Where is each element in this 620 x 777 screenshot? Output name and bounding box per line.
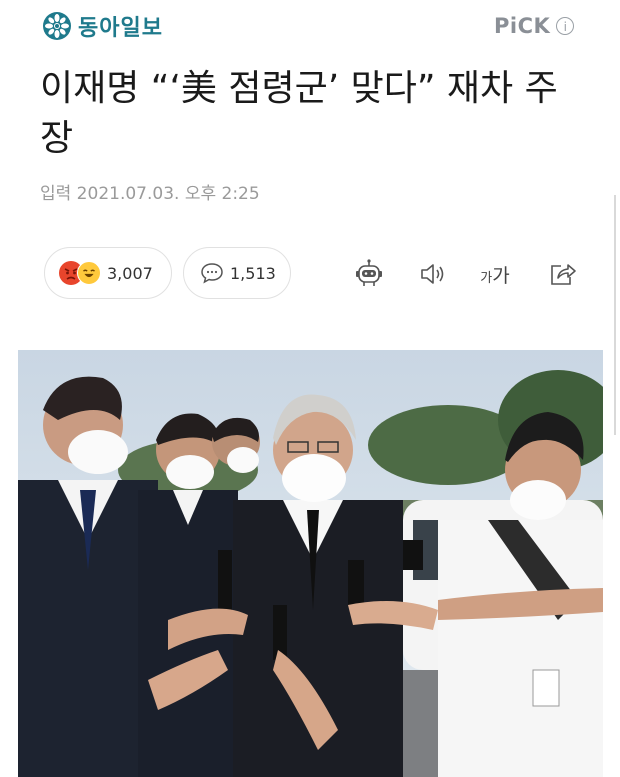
- scrollbar-track: [614, 195, 616, 435]
- font-size-large-label: 가: [492, 264, 510, 287]
- summary-bot-button[interactable]: [352, 257, 386, 291]
- share-icon: [551, 264, 576, 285]
- donga-emblem-icon: [43, 12, 71, 40]
- donga-logo[interactable]: 동아일보: [42, 10, 163, 42]
- comment-button[interactable]: 1,513: [183, 247, 291, 299]
- font-size-small-label: 가: [480, 270, 493, 286]
- font-size-button[interactable]: 가가: [478, 257, 512, 291]
- robot-summary-icon: [356, 259, 382, 286]
- font-size-icon: 가가: [480, 261, 509, 288]
- info-icon[interactable]: i: [556, 17, 575, 35]
- listen-button[interactable]: [416, 257, 450, 291]
- article-photo[interactable]: [18, 350, 603, 777]
- pick-label: PiCK: [494, 14, 551, 38]
- logo-text: 동아일보: [78, 16, 163, 41]
- reaction-count: 3,007: [107, 263, 153, 283]
- share-button[interactable]: [546, 257, 580, 291]
- speech-bubble-icon: [201, 263, 223, 284]
- article-headline: 이재명 “‘美 점령군’ 맞다” 재차 주장: [40, 68, 558, 159]
- laughing-face-icon: [77, 261, 101, 285]
- reaction-button[interactable]: 3,007: [44, 247, 172, 299]
- comment-count: 1,513: [230, 263, 276, 283]
- pick-badge[interactable]: PiCK i: [494, 14, 575, 38]
- speaker-icon: [421, 264, 444, 284]
- article-header: 동아일보 PiCK i: [0, 0, 620, 55]
- news-photo: [18, 350, 603, 777]
- article-date: 입력 2021.07.03. 오후 2:25: [40, 184, 260, 204]
